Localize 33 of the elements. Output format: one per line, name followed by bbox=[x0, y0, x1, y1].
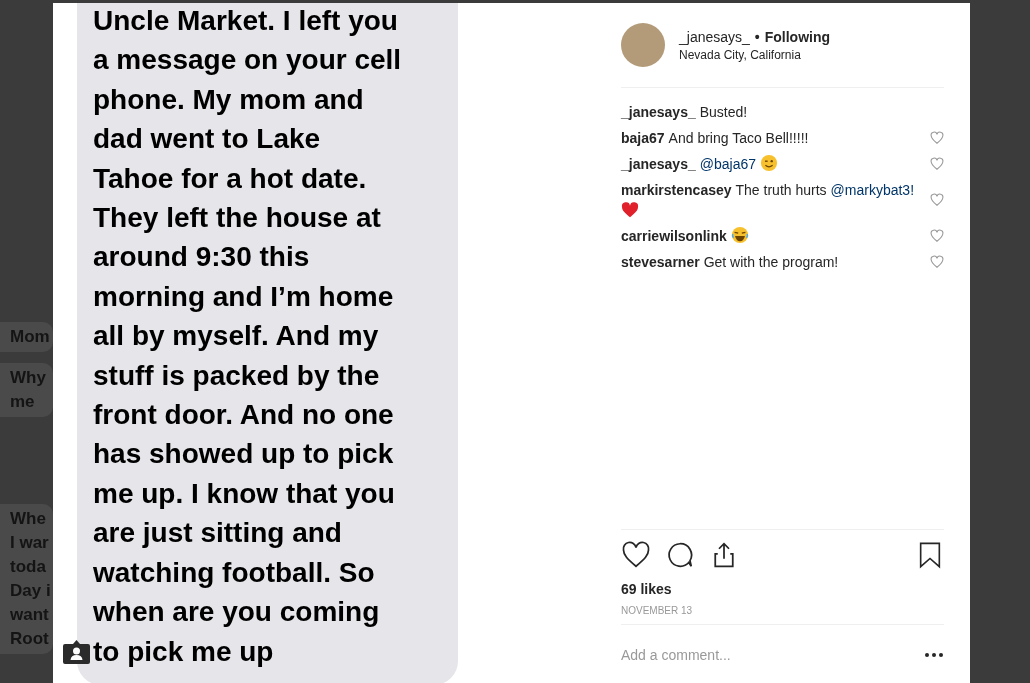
likes-count[interactable]: 69 likes bbox=[621, 580, 944, 597]
like-comment-button[interactable] bbox=[930, 255, 944, 269]
username[interactable]: _janesays_ bbox=[621, 104, 696, 120]
avatar[interactable] bbox=[621, 23, 665, 67]
like-button[interactable] bbox=[621, 539, 651, 570]
comment-text: The truth hurts bbox=[735, 182, 827, 198]
username[interactable]: carriewilsonlink bbox=[621, 228, 727, 244]
heart-icon bbox=[621, 202, 639, 218]
like-comment-button[interactable] bbox=[930, 157, 944, 171]
heart-icon bbox=[621, 539, 651, 570]
username[interactable]: baja67 bbox=[621, 130, 665, 146]
comment-input[interactable]: Add a comment... bbox=[621, 646, 924, 663]
username[interactable]: _janesays_ bbox=[679, 28, 750, 45]
like-comment-button[interactable] bbox=[930, 193, 944, 207]
message-bubble: Uncle Market. I left you a message on your cell phone. My mom and dad went to Lake Tahoe for a hot date. They left the house at around 9:30 this morning and I’m home all by myself. And my stuff is packed by the front door. And no one has showed up to pick me up. I know that you are just sitting and watching football. So when are you coming to pick me up bbox=[77, 3, 458, 683]
following-button[interactable]: Following bbox=[764, 28, 831, 45]
comment-text: Get with the program! bbox=[703, 254, 839, 270]
post-date: NOVEMBER 13 bbox=[621, 604, 694, 616]
comment-text: Busted! bbox=[699, 104, 748, 120]
separator-dot: • bbox=[754, 28, 760, 45]
like-comment-button[interactable] bbox=[930, 131, 944, 145]
like-comment-button[interactable] bbox=[930, 229, 944, 243]
mention-link[interactable]: @markybat3! bbox=[830, 182, 915, 198]
contact-card-icon bbox=[62, 637, 91, 666]
username[interactable]: _janesays_ bbox=[621, 156, 696, 172]
laughing-face-icon bbox=[730, 226, 749, 244]
username[interactable]: stevesarner bbox=[621, 254, 700, 270]
more-options-button[interactable] bbox=[924, 651, 944, 658]
comment-text: And bring Taco Bell!!!!! bbox=[668, 130, 809, 146]
location-link[interactable]: Nevada City, California bbox=[679, 47, 831, 62]
wink-face-icon bbox=[760, 154, 778, 172]
mention-link[interactable]: @baja67 bbox=[699, 156, 756, 172]
username[interactable]: markirstencasey bbox=[621, 182, 732, 198]
